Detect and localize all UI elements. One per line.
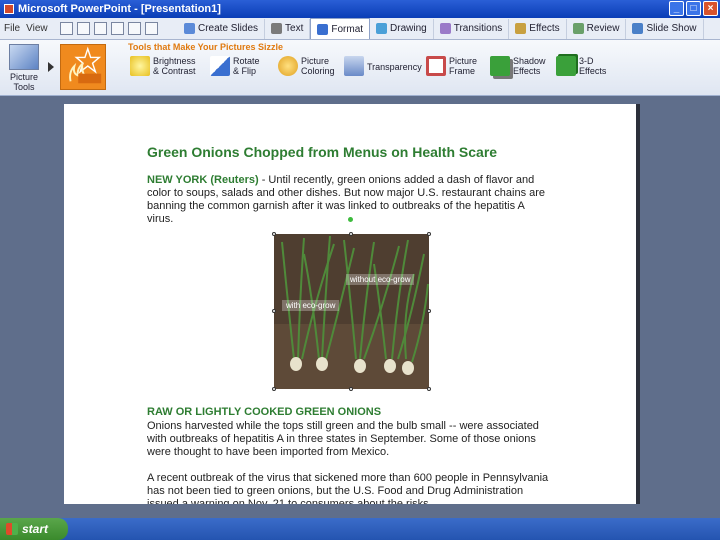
3d-effects-button[interactable]: 3-D Effects xyxy=(556,56,609,76)
article-paragraph-3: A recent outbreak of the virus that sick… xyxy=(147,472,549,504)
shadow-icon xyxy=(490,56,510,76)
tab-row: File View Create Slides Text Format Draw… xyxy=(0,18,720,40)
tab-review[interactable]: Review xyxy=(567,18,627,39)
chevron-right-icon[interactable] xyxy=(48,62,54,72)
section-subhead: RAW OR LIGHTLY COOKED GREEN ONIONS xyxy=(147,406,382,418)
start-button[interactable]: start xyxy=(0,518,68,540)
resize-handle-e[interactable] xyxy=(427,309,431,313)
resize-handle-sw[interactable] xyxy=(272,387,276,391)
minimize-button[interactable]: _ xyxy=(669,1,684,16)
sizzle-logo xyxy=(60,44,106,90)
print-icon[interactable] xyxy=(111,22,124,35)
tab-format[interactable]: Format xyxy=(310,18,371,39)
tab-transitions[interactable]: Transitions xyxy=(434,18,510,39)
tab-effects[interactable]: Effects xyxy=(509,18,567,39)
transparency-icon xyxy=(344,56,364,76)
format-icon xyxy=(317,23,329,35)
slide-headline: Green Onions Chopped from Menus on Healt… xyxy=(147,144,498,160)
rotate-flip-button[interactable]: Rotate & Flip xyxy=(210,56,267,76)
resize-handle-s[interactable] xyxy=(349,387,353,391)
window-title: Microsoft PowerPoint - [Presentation1] xyxy=(18,3,221,15)
3d-icon xyxy=(556,56,576,76)
frame-icon xyxy=(426,56,446,76)
tab-text[interactable]: Text xyxy=(265,18,311,39)
save-icon[interactable] xyxy=(77,22,90,35)
rotation-handle[interactable] xyxy=(348,217,353,222)
powerpoint-app-icon xyxy=(4,4,14,14)
text-icon xyxy=(271,23,283,34)
picture-frame-button[interactable]: Picture Frame xyxy=(426,56,479,76)
drawing-icon xyxy=(376,23,388,34)
new-file-icon[interactable] xyxy=(60,22,73,35)
picture-tools-icon xyxy=(9,44,39,70)
redo-icon[interactable] xyxy=(145,22,158,35)
tab-drawing[interactable]: Drawing xyxy=(370,18,434,39)
menu-file[interactable]: File xyxy=(4,23,20,34)
tab-slide-show[interactable]: Slide Show xyxy=(626,18,704,39)
review-icon xyxy=(572,23,584,34)
article-paragraph-2: Onions harvested while the tops still gr… xyxy=(147,420,539,458)
undo-icon[interactable] xyxy=(128,22,141,35)
rotate-icon xyxy=(210,56,230,76)
resize-handle-nw[interactable] xyxy=(272,232,276,236)
label-with-eco-grow: with eco-grow xyxy=(282,300,340,311)
resize-handle-ne[interactable] xyxy=(427,232,431,236)
transparency-button[interactable]: Transparency xyxy=(344,56,422,76)
title-bar: Microsoft PowerPoint - [Presentation1] _… xyxy=(0,0,720,18)
label-without-eco-grow: without eco-grow xyxy=(346,274,415,285)
shadow-effects-button[interactable]: Shadow Effects xyxy=(490,56,546,76)
slide-canvas[interactable]: Green Onions Chopped from Menus on Healt… xyxy=(64,104,640,504)
open-icon[interactable] xyxy=(94,22,107,35)
onion-photo[interactable]: without eco-grow with eco-grow xyxy=(274,234,429,389)
resize-handle-n[interactable] xyxy=(349,232,353,236)
ribbon: Picture Tools Tools that Make Your Pictu… xyxy=(0,40,720,96)
dateline: NEW YORK (Reuters) xyxy=(147,174,259,186)
picture-tools-button[interactable]: Picture Tools xyxy=(2,42,46,94)
resize-handle-w[interactable] xyxy=(272,309,276,313)
effects-icon xyxy=(515,23,527,34)
brightness-icon xyxy=(130,56,150,76)
picture-coloring-button[interactable]: Picture Coloring xyxy=(278,56,335,76)
menu-view[interactable]: View xyxy=(26,23,48,34)
slide-show-icon xyxy=(632,23,644,34)
tab-create-slides[interactable]: Create Slides xyxy=(178,18,266,39)
windows-logo-icon xyxy=(6,523,18,535)
create-slides-icon xyxy=(184,23,195,34)
resize-handle-se[interactable] xyxy=(427,387,431,391)
ribbon-group-title: Tools that Make Your Pictures Sizzle xyxy=(128,42,284,52)
palette-icon xyxy=(278,56,298,76)
close-button[interactable]: × xyxy=(703,1,718,16)
maximize-button[interactable]: □ xyxy=(686,1,701,16)
transitions-icon xyxy=(439,23,451,34)
brightness-contrast-button[interactable]: Brightness & Contrast xyxy=(130,56,199,76)
taskbar: start xyxy=(0,518,720,540)
